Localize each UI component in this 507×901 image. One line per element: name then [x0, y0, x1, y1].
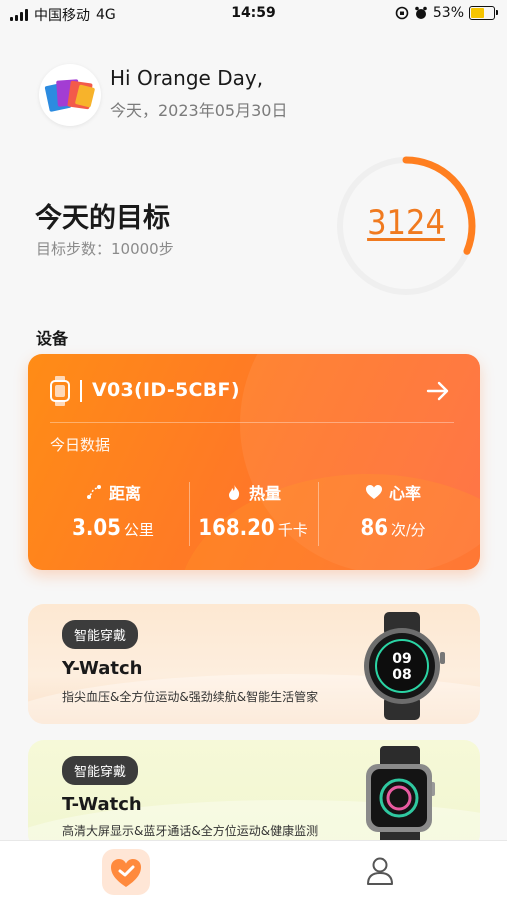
square-watch-image [366, 746, 435, 850]
device-name: V03(ID-5CBF) [92, 379, 240, 401]
divider [318, 482, 319, 546]
stat-unit: 次/分 [390, 521, 426, 539]
tab-bar [0, 840, 507, 901]
stat-label: 距离 [108, 484, 141, 503]
goal-title: 今天的目标 [35, 203, 170, 234]
stat-unit: 公里 [123, 521, 154, 539]
promo-card-t-watch[interactable]: 智能穿戴 T-Watch 高清大屏显示&蓝牙通话&全方位运动&健康监测 [28, 740, 480, 850]
heart-icon [365, 485, 382, 499]
round-watch-image: 09 08 [364, 612, 445, 720]
flame-icon [228, 484, 240, 500]
stat-label: 心率 [388, 484, 421, 503]
watch-time-minutes: 08 [392, 667, 411, 683]
avatar[interactable] [39, 64, 101, 126]
profile-icon[interactable] [366, 856, 394, 886]
home-heart-icon [111, 859, 141, 887]
goal-target: 目标步数：10000步 [36, 240, 174, 258]
distance-icon [86, 485, 101, 499]
status-right: 53% [395, 5, 498, 21]
stat-distance: 距离 3.05 公里 [48, 480, 178, 541]
avatar-image [44, 79, 95, 112]
greeting: Hi Orange Day, [110, 66, 264, 90]
today-date: 今天，2023年05月30日 [110, 101, 288, 120]
stat-calories: 热量 168.20 千卡 [188, 480, 318, 541]
product-description: 指尖血压&全方位运动&强劲续航&智能生活管家 [62, 690, 319, 704]
status-bar: 中国移动 4G 14:59 53% [0, 0, 507, 28]
section-label-devices: 设备 [36, 329, 69, 348]
battery-icon [469, 6, 498, 20]
stat-value: 3.05 [72, 516, 121, 541]
product-title: Y-Watch [62, 658, 143, 679]
stat-label: 热量 [248, 484, 281, 503]
category-badge: 智能穿戴 [62, 620, 139, 649]
stat-heart-rate: 心率 86 次/分 [328, 480, 458, 541]
stat-value: 86 [360, 516, 388, 541]
home-tab[interactable] [102, 849, 150, 895]
alarm-icon [415, 6, 427, 19]
arrow-right-icon[interactable] [426, 380, 450, 402]
product-title: T-Watch [62, 794, 142, 815]
steps-count: 3124 [367, 203, 445, 243]
rotation-lock-icon [395, 6, 409, 20]
today-data-label: 今日数据 [50, 436, 111, 454]
stat-value: 168.20 [198, 516, 275, 541]
stat-unit: 千卡 [277, 521, 308, 539]
watch-time-hours: 09 [392, 651, 411, 667]
watch-icon [50, 376, 70, 406]
promo-card-y-watch[interactable]: 智能穿戴 Y-Watch 指尖血压&全方位运动&强劲续航&智能生活管家 09 0… [28, 604, 480, 724]
battery-percent: 53% [432, 5, 464, 21]
product-description: 高清大屏显示&蓝牙通话&全方位运动&健康监测 [62, 824, 319, 838]
divider [50, 422, 454, 423]
category-badge: 智能穿戴 [62, 756, 139, 785]
device-card[interactable]: V03(ID-5CBF) 今日数据 距离 3.05 公里 热量 168.20 千卡 … [28, 354, 480, 570]
divider [80, 380, 82, 402]
